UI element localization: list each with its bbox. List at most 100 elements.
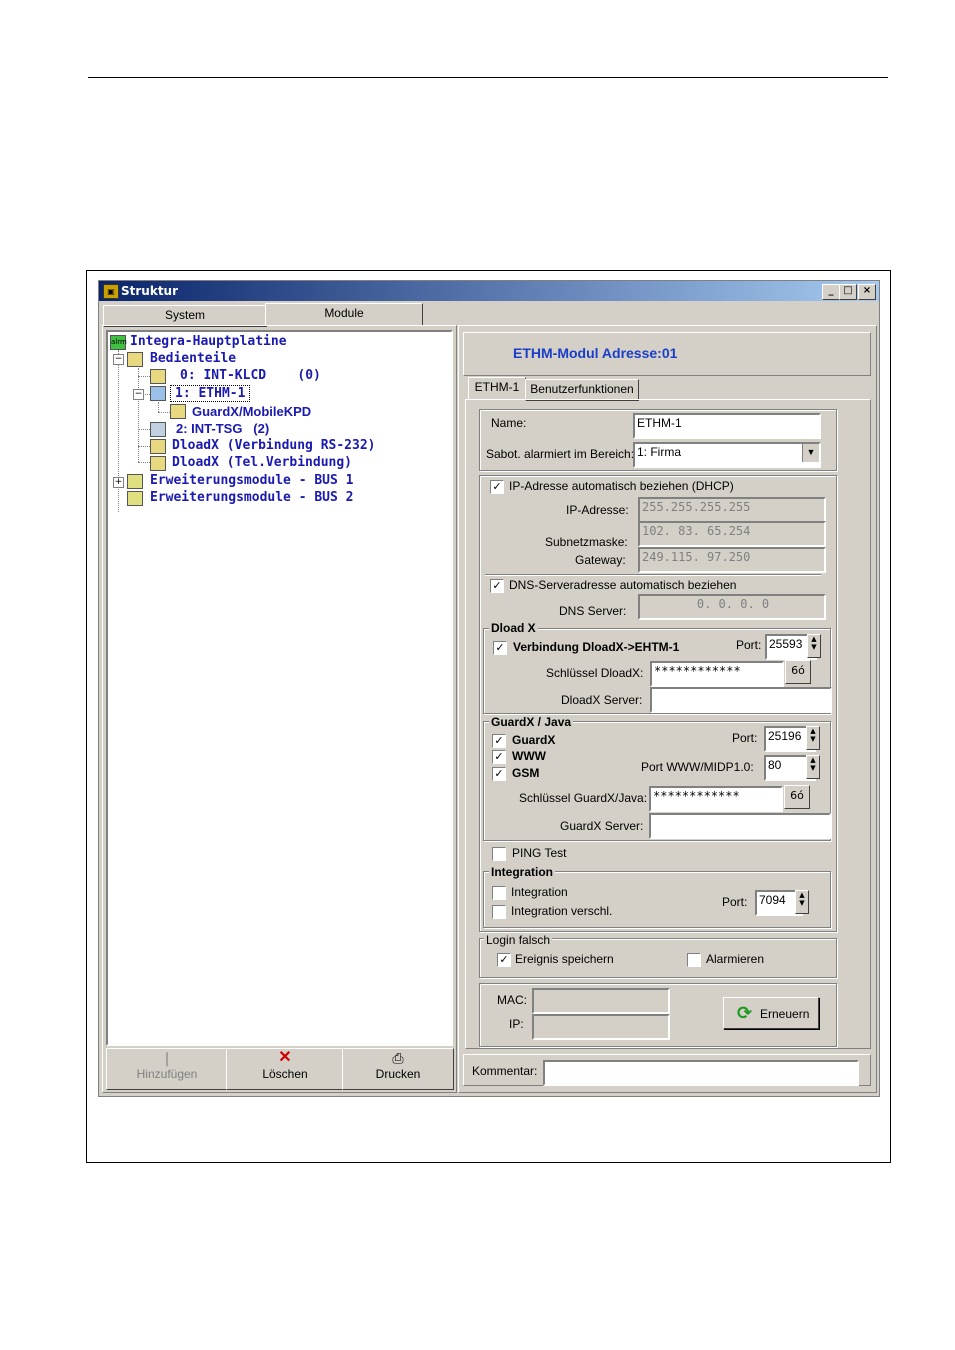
guardx-group-title: GuardX / Java xyxy=(489,715,574,729)
mainboard-icon: alrm xyxy=(110,335,127,350)
alarm-label: Alarmieren xyxy=(706,952,765,966)
integration-port-label: Port: xyxy=(722,895,748,909)
guardx-key-label: Schlüssel GuardX/Java: xyxy=(519,791,648,805)
add-button[interactable]: ❘ Hinzufügen xyxy=(106,1048,228,1090)
guardx-server-label: GuardX Server: xyxy=(560,819,644,833)
ping-checkbox[interactable] xyxy=(492,847,506,861)
integration-group-title: Integration xyxy=(489,865,555,879)
guardx-server-field[interactable] xyxy=(649,813,831,839)
event-label: Ereignis speichern xyxy=(515,952,614,966)
dload-port-label: Port: xyxy=(736,638,762,652)
tab-system[interactable]: System xyxy=(103,305,267,327)
www-checkbox[interactable]: ✓ xyxy=(492,750,506,764)
tree-dload1[interactable]: DloadX (Verbindung RS-232) xyxy=(172,438,376,453)
name-label: Name: xyxy=(491,416,527,430)
integration-encrypted-checkbox[interactable] xyxy=(492,905,506,919)
tamper-label: Sabot. alarmiert im Bereich: xyxy=(486,447,635,461)
touchscreen-icon xyxy=(150,422,166,437)
refresh-icon: ⟳ xyxy=(737,1003,753,1024)
tree-kp1-selected[interactable]: 1: ETHM-1 xyxy=(170,385,251,402)
collapse-icon[interactable]: − xyxy=(113,354,124,365)
window-titlebar: ▣ Struktur _ □ × xyxy=(99,281,879,301)
tab-ethm1[interactable]: ETHM-1 xyxy=(468,377,526,400)
tree-kp0[interactable]: 0: INT-KLCD (0) xyxy=(180,368,321,383)
mac-label: MAC: xyxy=(497,993,527,1007)
mac-field xyxy=(532,988,670,1014)
login-group-title: Login falsch xyxy=(484,933,553,947)
gsm-label: GSM xyxy=(512,766,540,780)
ping-label: PING Test xyxy=(512,846,567,860)
dloadx-icon xyxy=(150,439,166,454)
ip-label: IP-Adresse: xyxy=(566,503,629,517)
ethernet-module-icon xyxy=(150,386,166,401)
maximize-icon[interactable]: □ xyxy=(839,284,857,300)
show-key-icon[interactable]: 6ó xyxy=(784,785,810,809)
tree-keypads[interactable]: Bedienteile xyxy=(150,351,236,366)
gsm-checkbox[interactable]: ✓ xyxy=(492,767,506,781)
tree-dload2[interactable]: DloadX (Tel.Verbindung) xyxy=(172,455,352,470)
dns-auto-checkbox[interactable]: ✓ xyxy=(490,579,504,593)
tree-kp2[interactable]: 2: INT-TSG (2) xyxy=(176,421,269,436)
close-icon[interactable]: × xyxy=(858,284,876,300)
dload-group-title: Dload X xyxy=(489,621,538,635)
bus-icon xyxy=(127,474,143,489)
dhcp-checkbox[interactable]: ✓ xyxy=(490,480,504,494)
gateway-field[interactable]: 249.115. 97.250 xyxy=(638,547,826,573)
comment-label: Kommentar: xyxy=(472,1064,538,1078)
port-spinner-icon[interactable]: ▲ ▼ xyxy=(806,726,820,750)
tree-bus2[interactable]: Erweiterungsmodule - BUS 2 xyxy=(150,490,354,505)
port-spinner-icon[interactable]: ▲ ▼ xyxy=(806,755,820,779)
tree-bus1[interactable]: Erweiterungsmodule - BUS 1 xyxy=(150,473,354,488)
ip2-label: IP: xyxy=(509,1017,524,1031)
dloadx-icon xyxy=(150,456,166,471)
renew-button[interactable]: ⟳ Erneuern xyxy=(723,997,819,1029)
dload-server-field[interactable] xyxy=(650,687,832,713)
www-label: WWW xyxy=(512,749,546,763)
tamper-select[interactable]: 1: Firma ▼ xyxy=(633,442,821,468)
www-port-label: Port WWW/MIDP1.0: xyxy=(641,760,754,774)
divider xyxy=(485,574,821,576)
tree-root[interactable]: Integra-Hauptplatine xyxy=(130,334,287,349)
add-label: Hinzufügen xyxy=(136,1067,198,1081)
dns-field[interactable]: 0. 0. 0. 0 xyxy=(638,594,826,620)
alarm-checkbox[interactable] xyxy=(687,953,701,967)
delete-button[interactable]: ✕ Löschen xyxy=(226,1048,344,1090)
guardx-label: GuardX xyxy=(512,733,556,747)
comment-field[interactable] xyxy=(543,1060,859,1086)
collapse-icon[interactable]: − xyxy=(133,389,144,400)
guardx-icon xyxy=(170,404,186,419)
dload-connection-checkbox[interactable]: ✓ xyxy=(493,641,507,655)
tree-guardx[interactable]: GuardX/MobileKPD xyxy=(192,404,311,419)
name-field[interactable]: ETHM-1 xyxy=(633,413,821,439)
guardx-port-label: Port: xyxy=(732,731,758,745)
module-tree[interactable]: alrm Integra-Hauptplatine − Bedienteile … xyxy=(106,330,453,1046)
tab-user-functions[interactable]: Benutzerfunktionen xyxy=(525,379,639,401)
dns-label: DNS Server: xyxy=(559,604,627,618)
show-key-icon[interactable]: 6ó xyxy=(785,660,811,684)
integration-label: Integration xyxy=(511,885,568,899)
print-button[interactable]: ⎙ Drucken xyxy=(342,1048,454,1090)
expand-icon[interactable]: + xyxy=(113,477,124,488)
tab-module[interactable]: Module xyxy=(265,303,423,326)
module-header: ETHM-Modul Adresse:01 xyxy=(513,345,678,361)
chevron-down-icon[interactable]: ▼ xyxy=(802,444,819,462)
tamper-value: 1: Firma xyxy=(637,445,682,459)
event-checkbox[interactable]: ✓ xyxy=(497,953,511,967)
printer-icon: ⎙ xyxy=(392,1050,404,1066)
mask-field[interactable]: 102. 83. 65.254 xyxy=(638,521,826,547)
integration-encrypted-label: Integration verschl. xyxy=(511,904,613,918)
guardx-checkbox[interactable]: ✓ xyxy=(492,734,506,748)
guardx-key-field[interactable]: ************ xyxy=(649,786,783,812)
dload-key-label: Schlüssel DloadX: xyxy=(546,666,644,680)
minimize-icon[interactable]: _ xyxy=(822,284,840,300)
ip-field[interactable]: 255.255.255.255 xyxy=(638,497,826,523)
dns-auto-label: DNS-Serveradresse automatisch beziehen xyxy=(509,578,737,592)
dload-key-field[interactable]: ************ xyxy=(650,661,784,687)
app-icon: ▣ xyxy=(103,284,119,299)
ip2-field xyxy=(532,1014,670,1040)
port-spinner-icon[interactable]: ▲ ▼ xyxy=(807,634,821,658)
port-spinner-icon[interactable]: ▲ ▼ xyxy=(795,890,809,914)
struktur-window: ▣ Struktur _ □ × System Module alrm Inte… xyxy=(98,280,880,1097)
integration-checkbox[interactable] xyxy=(492,886,506,900)
renew-label: Erneuern xyxy=(760,1007,810,1021)
